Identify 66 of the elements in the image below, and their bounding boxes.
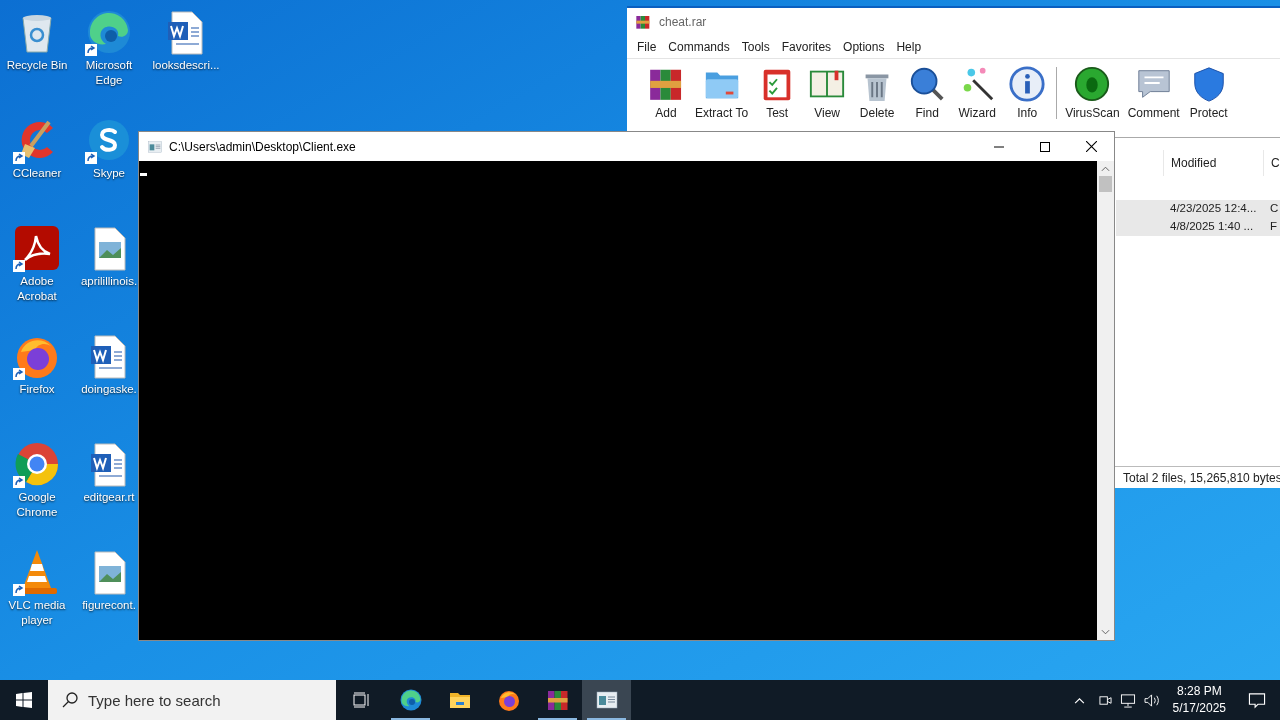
edge-icon [398,688,423,712]
table-cell-text: 4/8/2025 1:40 ... [1170,219,1255,235]
menu-item[interactable]: Favorites [775,38,838,56]
toolbar-button[interactable]: View [802,65,853,120]
console-window-icon [594,688,619,712]
desktop-icon-label[interactable]: Recycle Bin [6,58,68,73]
desktop-icon-label[interactable]: doingaske. [81,382,137,397]
acrobat-icon [13,224,61,272]
scrollbar[interactable] [1097,161,1114,640]
table-row[interactable]: 4/8/2025 1:40 ... F [1116,218,1280,236]
window-title: C:\Users\admin\Desktop\Client.exe [169,138,357,156]
menu-item[interactable]: File [631,38,663,56]
books-icon [545,688,570,712]
maximize-icon [1040,141,1050,152]
toolbar-button[interactable]: Protect [1183,65,1234,120]
toolbar-button[interactable]: Info [1002,65,1053,120]
desktop-icon-label[interactable]: aprilillinois. [80,274,138,289]
scroll-up-icon[interactable] [1101,166,1110,172]
desktop-icon-label[interactable]: CCleaner [12,166,62,181]
table-cell-text: 4/23/2025 12:4... [1170,201,1258,217]
window-title: cheat.rar [659,14,707,31]
notification-icon [1248,691,1266,709]
column-header[interactable]: C [1263,150,1280,176]
info-icon [1008,65,1047,103]
menu-item[interactable]: Commands [662,38,736,56]
toolbar-button[interactable]: Wizard [952,65,1003,120]
windows-logo-icon [16,692,32,708]
toolbar-button[interactable]: Extract To [691,65,753,120]
clock[interactable]: 8:28 PM 5/17/2025 [1164,683,1234,717]
books-icon [635,14,651,30]
table-row[interactable]: 4/23/2025 12:4... C [1116,200,1280,218]
desktop-icon-label[interactable]: Microsoft Edge [72,58,146,88]
toolbar-button[interactable]: Test [752,65,803,120]
toolbar-button[interactable]: VirusScan [1061,65,1124,120]
desktop-icon-label[interactable]: figurecont. [82,598,136,613]
chrome-icon [13,440,61,488]
desktop-icon-label[interactable]: Adobe Acrobat [0,274,74,304]
desktop-icon-label[interactable]: editgear.rt [83,490,135,505]
desktop-icon-label[interactable]: looksdescri... [152,58,220,73]
toolbar-button[interactable]: Add [641,65,691,120]
toolbar-button[interactable]: Find [902,65,953,120]
table-cell-text: C [1270,201,1280,217]
scrollbar-thumb[interactable] [1099,176,1112,192]
console-window-icon [147,138,163,155]
volume-icon[interactable] [1143,692,1161,708]
taskbar-app-button[interactable] [582,680,631,720]
desktop-icon-label[interactable]: Google Chrome [0,490,74,520]
network-icon[interactable] [1119,692,1136,708]
column-header[interactable]: Modified [1163,150,1263,176]
menu-item[interactable]: Tools [735,38,776,56]
search-icon [62,692,78,708]
scroll-down-icon[interactable] [1101,629,1110,635]
toolbar-button[interactable]: Comment [1123,65,1184,120]
menu-item[interactable]: Options [837,38,891,56]
search-field[interactable]: Type here to search [48,680,336,720]
firefox-icon [496,688,521,712]
table-cell-text: F [1270,219,1279,235]
toolbar-button[interactable]: Delete [852,65,903,120]
edge-icon [85,8,133,56]
close-icon [1085,141,1097,152]
desktop-icon-label[interactable]: Firefox [19,382,55,397]
desktop-icon-label[interactable]: VLC media player [0,598,74,628]
task-view-icon [353,692,371,708]
desktop-icon-label[interactable]: Skype [93,166,125,181]
menu-item[interactable]: Help [890,38,928,56]
chevron-up-icon[interactable] [1073,696,1085,704]
